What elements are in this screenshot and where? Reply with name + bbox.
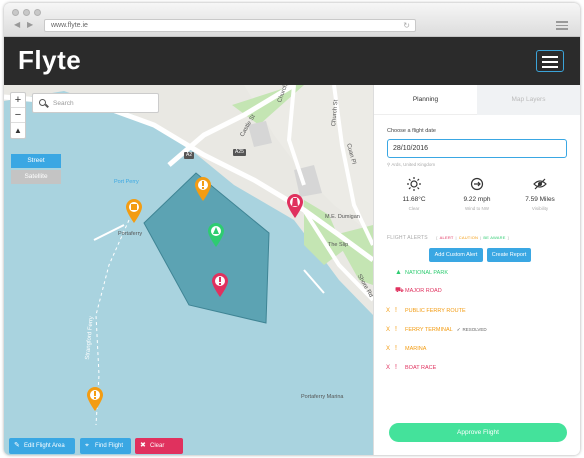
planning-panel: Planning Map Layers Choose a flight date… — [373, 85, 580, 455]
maximize-window-dot[interactable] — [34, 9, 41, 16]
alert-name: BOAT RACE — [405, 365, 437, 371]
eye-slash-icon — [533, 178, 547, 190]
sun-icon — [407, 177, 421, 191]
remove-alert-icon[interactable]: X — [386, 344, 395, 354]
edit-flight-area-button[interactable]: ✎ Edit Flight Area — [9, 438, 75, 454]
close-window-dot[interactable] — [12, 9, 19, 16]
edit-icon: ✎ — [14, 442, 20, 449]
clear-map-button[interactable]: ✖ Clear Map — [135, 438, 183, 454]
browser-chrome: ◀ ▶ www.flyte.ie ↻ — [4, 3, 580, 37]
remove-alert-icon[interactable]: X — [386, 363, 395, 373]
flight-date-input[interactable]: 28/10/2016 — [387, 139, 567, 158]
port-perry-label: Port Perry — [114, 179, 139, 185]
alert-type-icon: ! — [395, 364, 397, 371]
zoom-in-button[interactable]: + — [11, 93, 25, 108]
remove-alert-icon[interactable]: X — [386, 306, 395, 316]
alert-row-national-park[interactable]: ▲ NATIONAL PARK — [386, 268, 448, 278]
alert-type-icon: ! — [395, 345, 397, 352]
legend-caution: CAUTION — [458, 235, 479, 240]
browser-menu-icon[interactable] — [556, 20, 568, 30]
search-icon — [39, 99, 46, 106]
back-icon[interactable]: ◀ — [14, 20, 20, 30]
be-aware-marker-icon — [208, 223, 224, 247]
alert-marker-icon — [287, 194, 303, 218]
alert-row-marina[interactable]: X! MARINA — [386, 344, 426, 354]
zoom-control: + − ▲ — [10, 92, 26, 139]
edit-flight-area-label: Edit Flight Area — [24, 443, 65, 449]
compass-icon[interactable]: ▲ — [11, 123, 25, 138]
alert-name: FERRY TERMINAL — [405, 327, 453, 333]
app-logo[interactable]: Flyte — [18, 45, 81, 75]
location-value: Ards, United Kingdom — [391, 162, 436, 167]
alert-marker-icon — [212, 273, 228, 297]
caution-marker-icon — [126, 199, 142, 223]
condition-label: Clear — [408, 206, 420, 211]
wind-value: 9.22 mph — [463, 196, 491, 203]
a2-road-shield: A2 — [184, 152, 195, 159]
create-report-button[interactable]: Create Report — [487, 248, 531, 262]
map-search-input[interactable]: Search — [32, 93, 159, 113]
find-icon: ⌖ — [85, 442, 89, 449]
resolved-check-icon: ✓ — [456, 327, 461, 332]
find-flight-button[interactable]: ⌖ Find Flight — [80, 438, 131, 454]
visibility-label: Visibility — [531, 206, 549, 211]
street-view-button[interactable]: Street — [11, 154, 61, 168]
forward-icon[interactable]: ▶ — [27, 20, 33, 30]
alert-type-icon: ⛟ — [395, 287, 404, 294]
alert-row-boat-race[interactable]: X! BOAT RACE — [386, 363, 436, 373]
alert-type-icon: ! — [395, 307, 397, 314]
portaferry-label: Portaferry — [118, 231, 143, 237]
alert-name: NATIONAL PARK — [405, 270, 448, 276]
weather-visibility: 7.59 Miles Visibility — [510, 177, 570, 211]
wind-label: Wind to NW — [464, 206, 489, 211]
minimize-window-dot[interactable] — [23, 9, 30, 16]
location-text: ⚲ Ards, United Kingdom — [387, 162, 435, 168]
a25-road-shield: A25 — [233, 149, 246, 156]
date-label: Choose a flight date — [387, 128, 436, 134]
alert-name: PUBLIC FERRY ROUTE — [405, 308, 466, 314]
alert-type-icon: ! — [395, 326, 397, 333]
weather-wind: 9.22 mph Wind to NW — [447, 177, 507, 211]
alert-type-icon: ▲ — [395, 269, 402, 276]
resolved-label: RESOLVED — [462, 327, 487, 332]
flight-alerts-heading: FLIGHT ALERTS [ALERT | CAUTION | BE AWARE] — [387, 235, 509, 241]
find-flight-label: Find Flight — [95, 443, 124, 449]
flight-alerts-title: FLIGHT ALERTS — [387, 235, 428, 241]
tab-map-layers[interactable]: Map Layers — [477, 85, 580, 115]
hamburger-menu-button[interactable] — [536, 50, 564, 72]
me-dumigan-label: M.E. Dumigan — [325, 214, 360, 220]
temperature-value: 11.68°C — [402, 196, 426, 203]
top-navbar: Flyte — [4, 37, 580, 85]
alert-row-major-road[interactable]: ⛟MAJOR ROAD — [386, 286, 442, 296]
reload-icon[interactable]: ↻ — [403, 21, 410, 30]
zoom-out-button[interactable]: − — [11, 108, 25, 123]
wind-direction-icon — [470, 177, 484, 191]
alert-name: MAJOR ROAD — [405, 288, 442, 294]
alert-name: MARINA — [405, 346, 427, 352]
remove-alert-icon[interactable]: X — [386, 325, 395, 335]
url-text: www.flyte.ie — [51, 22, 88, 29]
visibility-value: 7.59 Miles — [525, 196, 555, 203]
search-placeholder: Search — [53, 100, 74, 107]
address-bar[interactable]: www.flyte.ie ↻ — [44, 19, 416, 32]
add-custom-alert-button[interactable]: Add Custom Alert — [429, 248, 483, 262]
legend-alert: ALERT — [439, 235, 454, 240]
caution-marker-icon — [195, 177, 211, 201]
alert-row-public-ferry-route[interactable]: X! PUBLIC FERRY ROUTE — [386, 306, 466, 316]
tab-planning[interactable]: Planning — [374, 85, 477, 115]
satellite-view-button[interactable]: Satellite — [11, 170, 61, 184]
weather-temperature: 11.68°C Clear — [384, 177, 444, 211]
alert-row-ferry-terminal[interactable]: X! FERRY TERMINAL ✓ RESOLVED — [386, 325, 487, 335]
approve-flight-button[interactable]: Approve Flight — [389, 423, 567, 442]
map-view[interactable]: + − ▲ Search Street Satellite Port Perry… — [4, 85, 373, 455]
caution-marker-icon — [87, 387, 103, 411]
the-slip-label: The Slip — [328, 242, 349, 248]
pier — [303, 269, 325, 294]
portaferry-marina-label: Portaferry Marina — [301, 394, 344, 400]
legend-be-aware: BE AWARE — [483, 235, 506, 240]
trash-icon: ✖ — [140, 442, 146, 449]
clear-map-label: Clear Map — [150, 443, 165, 449]
browser-window: ◀ ▶ www.flyte.ie ↻ Flyte + − ▲ Search St… — [4, 3, 580, 455]
